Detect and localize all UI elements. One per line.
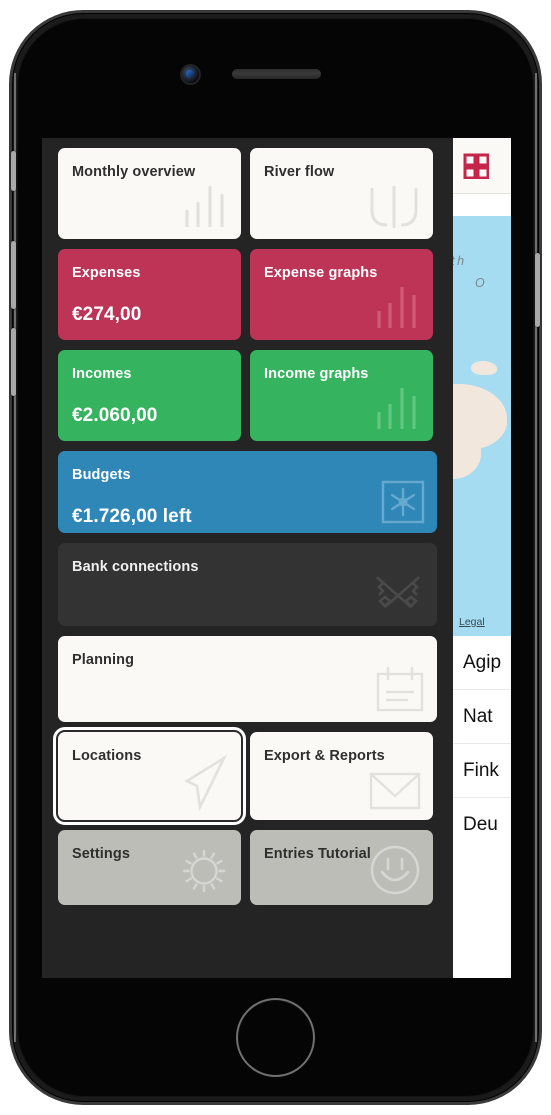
- pane-toolbar: [453, 138, 511, 194]
- card-title: Budgets: [72, 467, 131, 483]
- card-budgets[interactable]: Budgets €1.726,00 left: [58, 451, 437, 533]
- card-title: Incomes: [72, 366, 132, 382]
- list-item[interactable]: Deu: [453, 798, 511, 852]
- grid-2x2-icon[interactable]: [463, 153, 489, 179]
- card-river-flow[interactable]: River flow: [250, 148, 433, 239]
- card-expense-graphs[interactable]: Expense graphs: [250, 249, 433, 340]
- dashboard-row: Bank connections: [42, 543, 453, 636]
- pane-spacer: [453, 194, 511, 216]
- card-title: Income graphs: [264, 366, 369, 382]
- bar-chart-icon: [375, 281, 421, 331]
- list-item[interactable]: Fink: [453, 744, 511, 798]
- dashboard-row: Planning: [42, 636, 453, 732]
- card-export-reports[interactable]: Export & Reports: [250, 732, 433, 820]
- dashboard-row: Expenses €274,00 Expense graphs: [42, 249, 453, 350]
- power-button[interactable]: [535, 253, 540, 327]
- earpiece-speaker: [232, 69, 321, 79]
- card-bank-connections[interactable]: Bank connections: [58, 543, 437, 626]
- envelope-icon: [369, 771, 421, 811]
- card-expenses[interactable]: Expenses €274,00: [58, 249, 241, 340]
- list-item[interactable]: Agip: [453, 636, 511, 690]
- card-settings[interactable]: Settings: [58, 830, 241, 905]
- card-title: Export & Reports: [264, 748, 385, 764]
- calendar-icon: [375, 665, 425, 713]
- dashboard-grid: Monthly overview River flow Expenses €274…: [42, 138, 453, 978]
- crossed-keys-icon: [371, 573, 425, 617]
- silent-switch-button[interactable]: [11, 151, 16, 191]
- bar-chart-icon: [375, 382, 421, 432]
- volume-up-button[interactable]: [11, 241, 16, 309]
- phone-screen: Monthly overview River flow Expenses €274…: [42, 138, 511, 978]
- card-title: Planning: [72, 652, 135, 668]
- card-title: Expenses: [72, 265, 141, 281]
- card-title: Bank connections: [72, 559, 199, 575]
- bar-chart-icon: [183, 180, 229, 230]
- frame-edge-right: [535, 73, 537, 1042]
- card-amount: €274,00: [72, 304, 142, 325]
- dashboard-row: Monthly overview River flow: [42, 148, 453, 249]
- bank-list: Agip Nat Fink Deu: [453, 636, 511, 852]
- dashboard-row: Locations Export & Reports: [42, 727, 453, 830]
- home-button[interactable]: [238, 1000, 313, 1075]
- card-planning[interactable]: Planning: [58, 636, 437, 722]
- card-monthly-overview[interactable]: Monthly overview: [58, 148, 241, 239]
- card-title: Expense graphs: [264, 265, 378, 281]
- volume-down-button[interactable]: [11, 328, 16, 396]
- dashboard-row: Settings Entries Tutorial: [42, 830, 453, 915]
- front-camera-icon: [182, 66, 199, 83]
- dashboard-row: Budgets €1.726,00 left: [42, 451, 453, 543]
- card-amount: €2.060,00: [72, 405, 158, 426]
- card-locations[interactable]: Locations: [53, 727, 246, 825]
- secondary-pane: orth O Legal AgipNatFinkDeu: [453, 138, 511, 978]
- screenshot-root: Monthly overview River flow Expenses €274…: [0, 0, 551, 1115]
- map-landmass-small: [471, 361, 497, 375]
- dashboard-row: Incomes €2.060,00 Income graphs: [42, 350, 453, 451]
- list-item[interactable]: Nat: [453, 690, 511, 744]
- map-legal-link[interactable]: Legal: [459, 616, 485, 628]
- card-title: Settings: [72, 846, 130, 862]
- map-label-ocean: O: [475, 276, 488, 290]
- card-incomes[interactable]: Incomes €2.060,00: [58, 350, 241, 441]
- card-title: River flow: [264, 164, 335, 180]
- card-amount: €1.726,00 left: [72, 506, 192, 527]
- card-title: Locations: [72, 748, 142, 764]
- card-title: Entries Tutorial: [264, 846, 371, 862]
- river-flow-icon: [367, 184, 421, 230]
- map-label-ocean-north: orth: [453, 254, 467, 268]
- map-view[interactable]: orth O Legal: [453, 216, 511, 636]
- map-landmass-peninsula: [453, 431, 481, 479]
- frame-edge-left: [14, 73, 16, 1042]
- card-title: Monthly overview: [72, 164, 196, 180]
- card-income-graphs[interactable]: Income graphs: [250, 350, 433, 441]
- card-entries-tutorial[interactable]: Entries Tutorial: [250, 830, 433, 905]
